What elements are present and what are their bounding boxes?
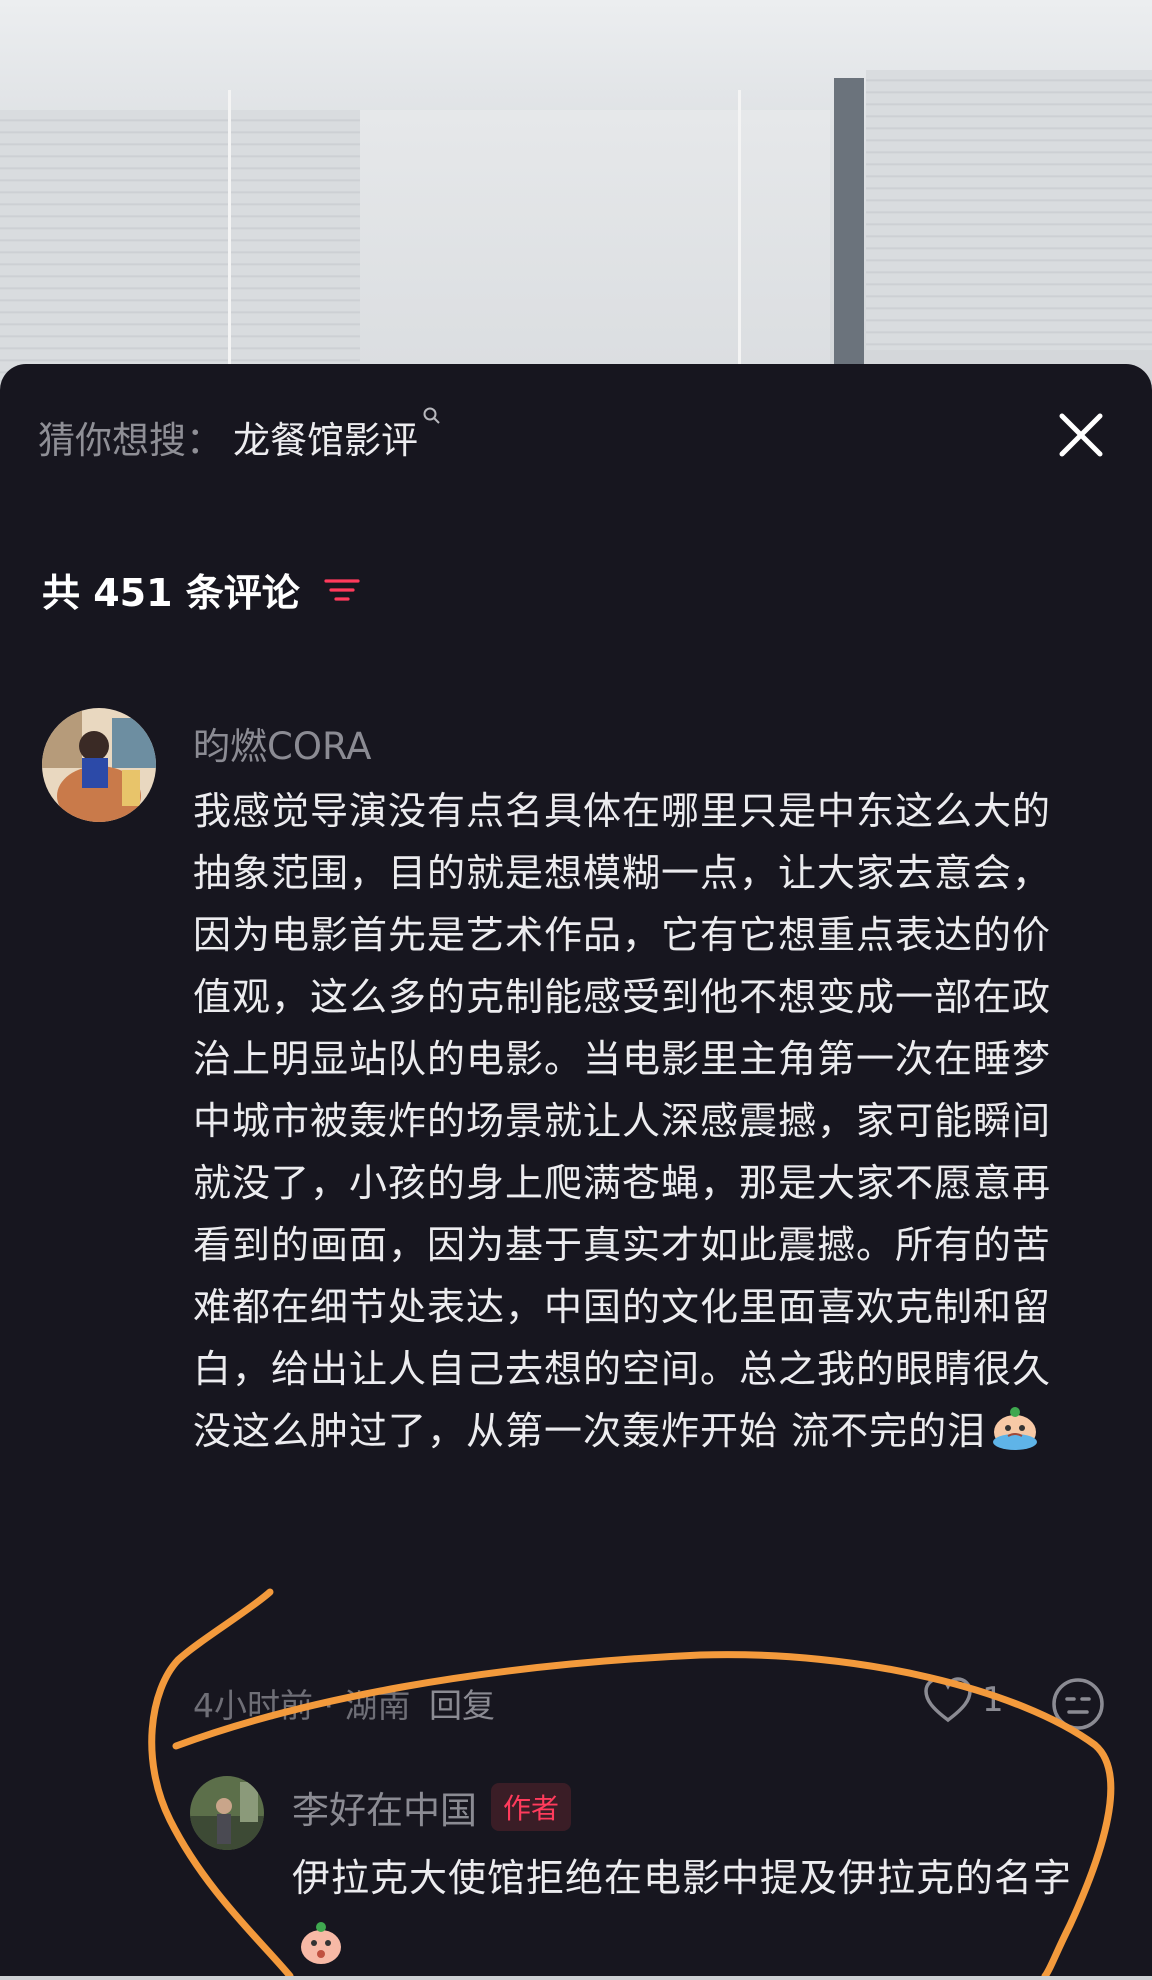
comment-text-content: 我感觉导演没有点名具体在哪里只是中东这么大的抽象范围，目的就是想模糊一点，让大家… (193, 789, 1052, 1453)
search-suggestion-prefix: 猜你想搜： (38, 419, 223, 462)
comment-meta: 4小时前 · 湖南 回复 (193, 1679, 495, 1727)
window-frame (834, 78, 864, 380)
search-icon (423, 407, 440, 424)
window-blind (360, 110, 830, 380)
like-count: 1 (982, 1680, 1004, 1720)
reply-username[interactable]: 李好在中国 (292, 1780, 477, 1834)
shy-emoji-icon (301, 1922, 341, 1964)
filter-icon[interactable] (322, 573, 362, 607)
window-blind (0, 110, 360, 380)
comment-text: 我感觉导演没有点名具体在哪里只是中东这么大的抽象范围，目的就是想模糊一点，让大家… (193, 780, 1053, 1462)
avatar[interactable] (42, 708, 156, 822)
search-suggestion[interactable]: 猜你想搜： 龙餐馆影评 (38, 407, 442, 464)
reply-text: 伊拉克大使馆拒绝在电影中提及伊拉克的名字 (292, 1844, 1072, 1980)
blind-cord (738, 90, 741, 380)
comment-username[interactable]: 昀燃CORA (193, 716, 371, 770)
reply-header: 李好在中国 作者 (292, 1780, 572, 1834)
crying-emoji-icon (993, 1407, 1038, 1450)
window-blind (866, 70, 1152, 350)
reply-button[interactable]: 回复 (429, 1686, 495, 1725)
like-button[interactable]: 1 (922, 1676, 1004, 1724)
background-photo (0, 0, 1152, 380)
author-badge: 作者 (491, 1783, 572, 1831)
close-icon[interactable] (1054, 408, 1108, 462)
heart-icon (924, 1677, 972, 1723)
search-suggestion-term[interactable]: 龙餐馆影评 (233, 410, 418, 464)
comment-time-location: 4小时前 · 湖南 (193, 1686, 411, 1725)
blind-cord (228, 90, 231, 380)
comment-count-header: 共 451 条评论 (42, 562, 362, 617)
reply-text-content: 伊拉克大使馆拒绝在电影中提及伊拉克的名字 (292, 1856, 1073, 1900)
reply-avatar[interactable] (190, 1776, 264, 1850)
comment-sheet: 猜你想搜： 龙餐馆影评 共 451 条评论 昀燃CORA 我感觉导演没有点名具体… (0, 364, 1152, 1976)
emoji-icon[interactable] (1050, 1676, 1106, 1732)
comment-count: 共 451 条评论 (42, 571, 300, 615)
